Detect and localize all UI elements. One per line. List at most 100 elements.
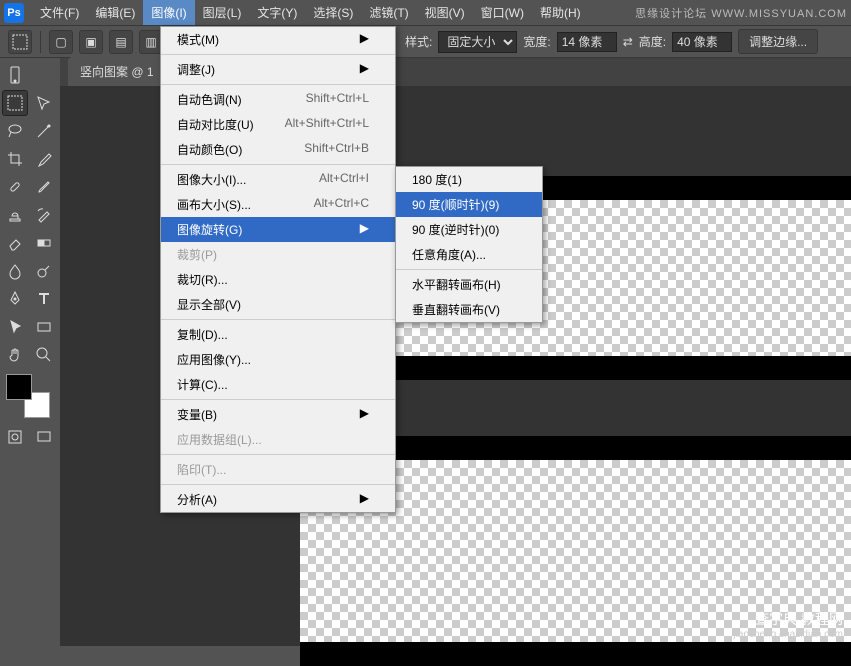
- menu-analysis[interactable]: 分析(A)▶: [161, 487, 395, 512]
- gradient-tool-icon[interactable]: [31, 230, 57, 256]
- menu-filter[interactable]: 滤镜(T): [361, 0, 416, 25]
- new-selection-icon[interactable]: ▢: [49, 30, 73, 54]
- watermark: 查字典 教程网 jiaocheng.chazidian.com: [733, 609, 843, 640]
- width-label: 宽度:: [523, 33, 550, 50]
- image-menu-dropdown: 模式(M)▶ 调整(J)▶ 自动色调(N)Shift+Ctrl+L 自动对比度(…: [160, 26, 396, 513]
- rotate-arbitrary[interactable]: 任意角度(A)...: [396, 242, 542, 267]
- tool-preset-icon[interactable]: [8, 30, 32, 54]
- crop-tool-icon[interactable]: [2, 146, 28, 172]
- menu-mode[interactable]: 模式(M)▶: [161, 27, 395, 52]
- rotation-submenu: 180 度(1) 90 度(顺时针)(9) 90 度(逆时针)(0) 任意角度(…: [395, 166, 543, 323]
- toolbox: [0, 58, 60, 646]
- app-logo: Ps: [4, 3, 24, 23]
- style-select[interactable]: 固定大小: [438, 31, 517, 53]
- zoom-tool-icon[interactable]: [31, 342, 57, 368]
- eraser-tool-icon[interactable]: [2, 230, 28, 256]
- shortcut-text: Shift+Ctrl+B: [304, 141, 369, 158]
- menu-image[interactable]: 图像(I): [143, 0, 194, 25]
- menu-adjustments[interactable]: 调整(J)▶: [161, 57, 395, 82]
- menu-view[interactable]: 视图(V): [417, 0, 473, 25]
- separator: [161, 454, 395, 455]
- brand-text: 思缘设计论坛 WWW.MISSYUAN.COM: [635, 5, 847, 21]
- rotate-90-cw[interactable]: 90 度(顺时针)(9): [396, 192, 542, 217]
- rotate-90-ccw[interactable]: 90 度(逆时针)(0): [396, 217, 542, 242]
- menubar: Ps 文件(F) 编辑(E) 图像(I) 图层(L) 文字(Y) 选择(S) 滤…: [0, 0, 851, 26]
- refine-edge-button[interactable]: 调整边缘...: [738, 29, 818, 54]
- eyedropper-tool-icon[interactable]: [31, 146, 57, 172]
- menu-apply-dataset: 应用数据组(L)...: [161, 427, 395, 452]
- rotate-180[interactable]: 180 度(1): [396, 167, 542, 192]
- menu-image-size[interactable]: 图像大小(I)...Alt+Ctrl+I: [161, 167, 395, 192]
- shape-tool-icon[interactable]: [31, 314, 57, 340]
- menu-auto-contrast[interactable]: 自动对比度(U)Alt+Shift+Ctrl+L: [161, 112, 395, 137]
- menu-trim[interactable]: 裁切(R)...: [161, 267, 395, 292]
- swap-icon[interactable]: ⇄: [623, 35, 633, 49]
- separator: [161, 319, 395, 320]
- marquee-tool-icon[interactable]: [2, 90, 28, 116]
- move-tool-icon[interactable]: [31, 90, 57, 116]
- quickmask-icon[interactable]: [2, 424, 28, 450]
- brush-tool-icon[interactable]: [31, 174, 57, 200]
- lasso-tool-icon[interactable]: [2, 118, 28, 144]
- menu-help[interactable]: 帮助(H): [532, 0, 589, 25]
- subtract-selection-icon[interactable]: ▤: [109, 30, 133, 54]
- flip-vertical[interactable]: 垂直翻转画布(V): [396, 297, 542, 322]
- dodge-tool-icon[interactable]: [31, 258, 57, 284]
- separator: [161, 84, 395, 85]
- width-input[interactable]: [557, 32, 617, 52]
- wand-tool-icon[interactable]: [31, 118, 57, 144]
- color-swatches[interactable]: [6, 374, 50, 418]
- foreground-color[interactable]: [6, 374, 32, 400]
- menu-calculations[interactable]: 计算(C)...: [161, 372, 395, 397]
- separator: [161, 54, 395, 55]
- watermark-sub: jiaocheng.chazidian.com: [733, 629, 843, 640]
- menu-auto-color[interactable]: 自动颜色(O)Shift+Ctrl+B: [161, 137, 395, 162]
- path-select-icon[interactable]: [2, 314, 28, 340]
- screenmode-icon[interactable]: [31, 424, 57, 450]
- blank-tool: [31, 62, 57, 88]
- menu-auto-tone[interactable]: 自动色调(N)Shift+Ctrl+L: [161, 87, 395, 112]
- menu-select[interactable]: 选择(S): [305, 0, 361, 25]
- separator: [161, 399, 395, 400]
- phone-device-icon[interactable]: [2, 62, 28, 88]
- submenu-arrow-icon: ▶: [360, 221, 369, 238]
- submenu-arrow-icon: ▶: [360, 491, 369, 508]
- menu-trap: 陷印(T)...: [161, 457, 395, 482]
- document-tab[interactable]: 竖向图案 @ 1: [68, 57, 166, 86]
- menu-reveal-all[interactable]: 显示全部(V): [161, 292, 395, 317]
- separator: [396, 269, 542, 270]
- menu-canvas-size[interactable]: 画布大小(S)...Alt+Ctrl+C: [161, 192, 395, 217]
- add-selection-icon[interactable]: ▣: [79, 30, 103, 54]
- menu-apply-image[interactable]: 应用图像(Y)...: [161, 347, 395, 372]
- submenu-arrow-icon: ▶: [360, 61, 369, 78]
- flip-horizontal[interactable]: 水平翻转画布(H): [396, 272, 542, 297]
- height-input[interactable]: [672, 32, 732, 52]
- menu-duplicate[interactable]: 复制(D)...: [161, 322, 395, 347]
- separator: [161, 484, 395, 485]
- blur-tool-icon[interactable]: [2, 258, 28, 284]
- menu-window[interactable]: 窗口(W): [473, 0, 532, 25]
- menu-type[interactable]: 文字(Y): [249, 0, 305, 25]
- pen-tool-icon[interactable]: [2, 286, 28, 312]
- menu-crop: 裁剪(P): [161, 242, 395, 267]
- menu-layer[interactable]: 图层(L): [195, 0, 250, 25]
- submenu-arrow-icon: ▶: [360, 31, 369, 48]
- separator: [161, 164, 395, 165]
- menu-image-rotation[interactable]: 图像旋转(G)▶: [161, 217, 395, 242]
- menu-variables[interactable]: 变量(B)▶: [161, 402, 395, 427]
- shortcut-text: Alt+Shift+Ctrl+L: [285, 116, 369, 133]
- submenu-arrow-icon: ▶: [360, 406, 369, 423]
- shortcut-text: Alt+Ctrl+C: [314, 196, 369, 213]
- healing-tool-icon[interactable]: [2, 174, 28, 200]
- separator: [40, 31, 41, 53]
- height-label: 高度:: [639, 33, 666, 50]
- history-brush-icon[interactable]: [31, 202, 57, 228]
- stamp-tool-icon[interactable]: [2, 202, 28, 228]
- hand-tool-icon[interactable]: [2, 342, 28, 368]
- type-tool-icon[interactable]: [31, 286, 57, 312]
- document-tabbar: 竖向图案 @ 1: [0, 58, 851, 86]
- menu-edit[interactable]: 编辑(E): [87, 0, 143, 25]
- style-label: 样式:: [405, 33, 432, 50]
- shortcut-text: Alt+Ctrl+I: [319, 171, 369, 188]
- menu-file[interactable]: 文件(F): [32, 0, 87, 25]
